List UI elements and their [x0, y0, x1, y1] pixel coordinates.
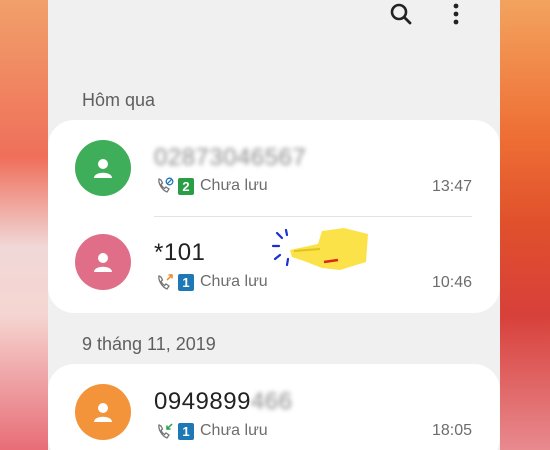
caller-number: 02873046567 [154, 144, 307, 171]
outgoing-call-icon [158, 274, 173, 290]
call-group-card: 02873046567 2 Chưa lưu 13:47 *101 1 Chưa… [48, 120, 500, 313]
person-icon [94, 253, 112, 272]
section-header-yesterday: Hôm qua [82, 90, 156, 110]
call-time: 10:46 [431, 274, 472, 291]
avatar[interactable] [75, 234, 131, 290]
call-time: 13:47 [431, 178, 472, 195]
caller-number: *101 [154, 239, 206, 266]
avatar[interactable] [75, 384, 131, 440]
contact-status: Chưa lưu [200, 422, 268, 439]
contact-status: Chưa lưu [200, 177, 268, 194]
caller-number: 0949899466 [154, 388, 293, 415]
sim-badge: 1 [178, 273, 194, 291]
person-icon [94, 159, 112, 178]
avatar[interactable] [75, 140, 131, 196]
search-icon[interactable] [386, 0, 416, 28]
call-log-row[interactable]: 02873046567 2 Chưa lưu 13:47 [48, 120, 500, 216]
incoming-call-icon [158, 423, 173, 439]
call-details: 1 Chưa lưu [156, 422, 268, 440]
call-time: 18:05 [431, 422, 472, 439]
wallpaper-left [0, 0, 48, 450]
sim-badge: 2 [178, 177, 194, 195]
person-icon [94, 403, 112, 422]
call-log-screen: Hôm qua 02873046567 2 Chưa lưu 13:47 *10… [48, 0, 500, 450]
call-details: 2 Chưa lưu [156, 177, 268, 195]
blocked-call-icon [158, 177, 174, 193]
call-details: 1 Chưa lưu [156, 273, 268, 291]
contact-status: Chưa lưu [200, 273, 268, 290]
wallpaper-right [498, 0, 550, 450]
call-group-card: 0949899466 1 Chưa lưu 18:05 [48, 364, 500, 450]
sim-badge: 1 [178, 422, 194, 440]
section-header-date: 9 tháng 11, 2019 [82, 334, 216, 354]
call-log-row[interactable]: 0949899466 1 Chưa lưu 18:05 [48, 364, 500, 450]
more-options-icon[interactable] [444, 0, 468, 28]
pointing-hand-icon [271, 228, 368, 270]
